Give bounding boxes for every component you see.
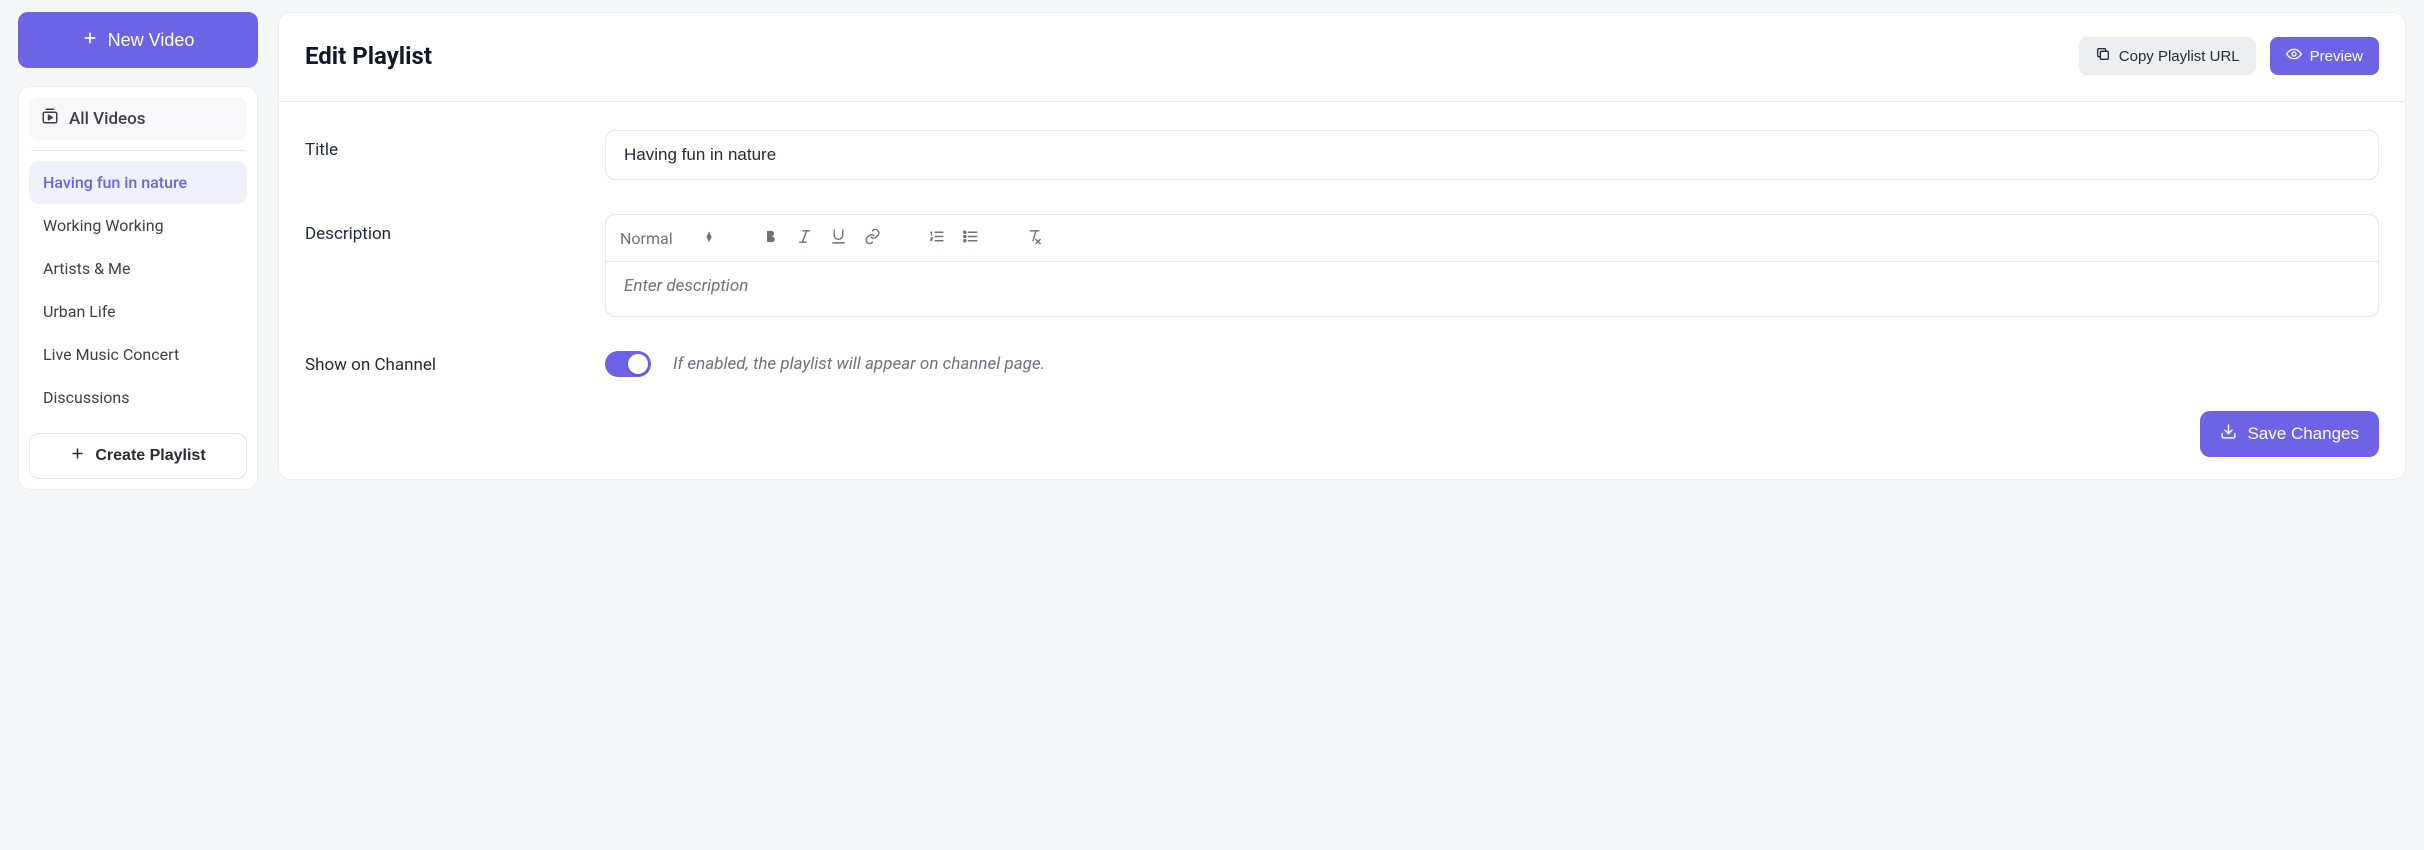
main-header: Edit Playlist Copy Playlist URL Preview <box>305 37 2379 75</box>
bold-icon <box>762 228 779 249</box>
show-on-channel-row: Show on Channel If enabled, the playlist… <box>305 351 2379 377</box>
sidebar-card: All Videos Having fun in natureWorking W… <box>18 86 258 490</box>
ordered-list-button[interactable] <box>922 223 952 253</box>
italic-icon <box>796 228 813 249</box>
description-placeholder: Enter description <box>624 276 748 296</box>
save-icon <box>2220 423 2237 445</box>
save-changes-label: Save Changes <box>2247 424 2359 444</box>
title-input[interactable] <box>605 130 2379 180</box>
link-button[interactable] <box>858 223 888 253</box>
sidebar-playlist-item[interactable]: Live Music Concert <box>29 333 247 376</box>
sidebar-playlist-item[interactable]: Working Working <box>29 204 247 247</box>
copy-playlist-url-label: Copy Playlist URL <box>2119 48 2240 65</box>
description-row: Description Normal ▲▼ <box>305 214 2379 317</box>
unordered-list-icon <box>962 228 979 249</box>
sidebar-playlist-item[interactable]: Artists & Me <box>29 247 247 290</box>
preview-button[interactable]: Preview <box>2270 37 2379 75</box>
editor-toolbar: Normal ▲▼ <box>606 215 2378 262</box>
title-row: Title <box>305 130 2379 180</box>
all-videos-label: All Videos <box>69 109 146 129</box>
underline-button[interactable] <box>824 223 854 253</box>
sidebar-divider <box>31 150 245 151</box>
create-playlist-label: Create Playlist <box>95 447 205 465</box>
underline-icon <box>830 228 847 249</box>
header-actions: Copy Playlist URL Preview <box>2079 37 2379 75</box>
sidebar-playlist-item[interactable]: Urban Life <box>29 290 247 333</box>
link-icon <box>864 228 881 249</box>
description-editor: Normal ▲▼ <box>605 214 2379 317</box>
playlist-list: Having fun in natureWorking WorkingArtis… <box>29 161 247 419</box>
main-panel: Edit Playlist Copy Playlist URL Preview <box>278 12 2406 480</box>
clear-format-button[interactable] <box>1020 223 1050 253</box>
unordered-list-button[interactable] <box>956 223 986 253</box>
copy-playlist-url-button[interactable]: Copy Playlist URL <box>2079 37 2256 75</box>
save-changes-button[interactable]: Save Changes <box>2200 411 2379 457</box>
plus-icon <box>82 30 98 51</box>
sidebar: New Video All Videos Having fun in natur… <box>18 12 258 490</box>
video-library-icon <box>41 107 59 130</box>
page-title: Edit Playlist <box>305 42 432 70</box>
all-videos-nav[interactable]: All Videos <box>29 97 247 140</box>
form-footer: Save Changes <box>305 411 2379 457</box>
description-label: Description <box>305 214 605 317</box>
new-video-label: New Video <box>108 30 195 51</box>
description-input[interactable]: Enter description <box>606 262 2378 316</box>
new-video-button[interactable]: New Video <box>18 12 258 68</box>
toggle-knob <box>628 354 648 374</box>
select-arrows-icon: ▲▼ <box>705 233 714 243</box>
show-on-channel-help: If enabled, the playlist will appear on … <box>673 354 1045 374</box>
create-playlist-button[interactable]: Create Playlist <box>29 433 247 479</box>
ordered-list-icon <box>928 228 945 249</box>
show-on-channel-label: Show on Channel <box>305 353 605 375</box>
show-on-channel-toggle[interactable] <box>605 351 651 377</box>
format-select[interactable]: Normal ▲▼ <box>620 229 722 248</box>
eye-icon <box>2286 46 2302 66</box>
format-select-label: Normal <box>620 229 673 248</box>
title-label: Title <box>305 130 605 180</box>
bold-button[interactable] <box>756 223 786 253</box>
header-divider <box>279 101 2405 102</box>
plus-icon <box>70 446 85 466</box>
sidebar-playlist-item[interactable]: Having fun in nature <box>29 161 247 204</box>
sidebar-playlist-item[interactable]: Discussions <box>29 376 247 419</box>
copy-icon <box>2095 46 2111 66</box>
italic-button[interactable] <box>790 223 820 253</box>
clear-format-icon <box>1026 228 1043 249</box>
preview-label: Preview <box>2310 48 2363 65</box>
